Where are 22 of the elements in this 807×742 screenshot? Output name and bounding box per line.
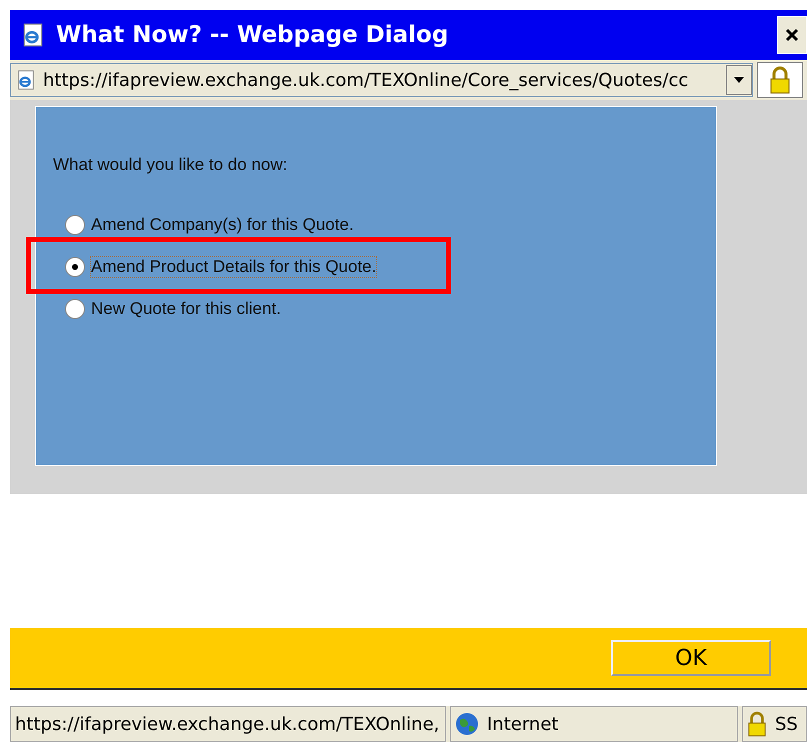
radio-option[interactable]: Amend Product Details for this Quote. [65, 257, 376, 277]
dropdown-button[interactable] [726, 65, 752, 95]
security-button[interactable] [757, 62, 803, 98]
radio-option[interactable]: Amend Company(s) for this Quote. [65, 215, 354, 235]
ok-button[interactable]: OK [611, 640, 771, 676]
status-url: https://ifapreview.exchange.uk.com/TEXOnline, [10, 706, 446, 742]
close-button[interactable] [777, 16, 807, 54]
page-icon [15, 69, 37, 91]
globe-icon [455, 712, 479, 736]
status-security: SS [742, 706, 807, 742]
status-zone: Internet [450, 706, 738, 742]
close-icon [785, 28, 799, 42]
radio-button[interactable] [65, 299, 85, 319]
radio-button[interactable] [65, 257, 85, 277]
address-field[interactable]: https://ifapreview.exchange.uk.com/TEXOnline/Core_services/Quotes/cc [10, 63, 753, 97]
padlock-icon [769, 66, 791, 94]
window-title: What Now? -- Webpage Dialog [56, 22, 450, 48]
prompt-text: What would you like to do now: [53, 155, 288, 175]
radio-option[interactable]: New Quote for this client. [65, 299, 281, 319]
caret-icon [734, 77, 744, 83]
padlock-icon [747, 711, 767, 737]
radio-button[interactable] [65, 215, 85, 235]
